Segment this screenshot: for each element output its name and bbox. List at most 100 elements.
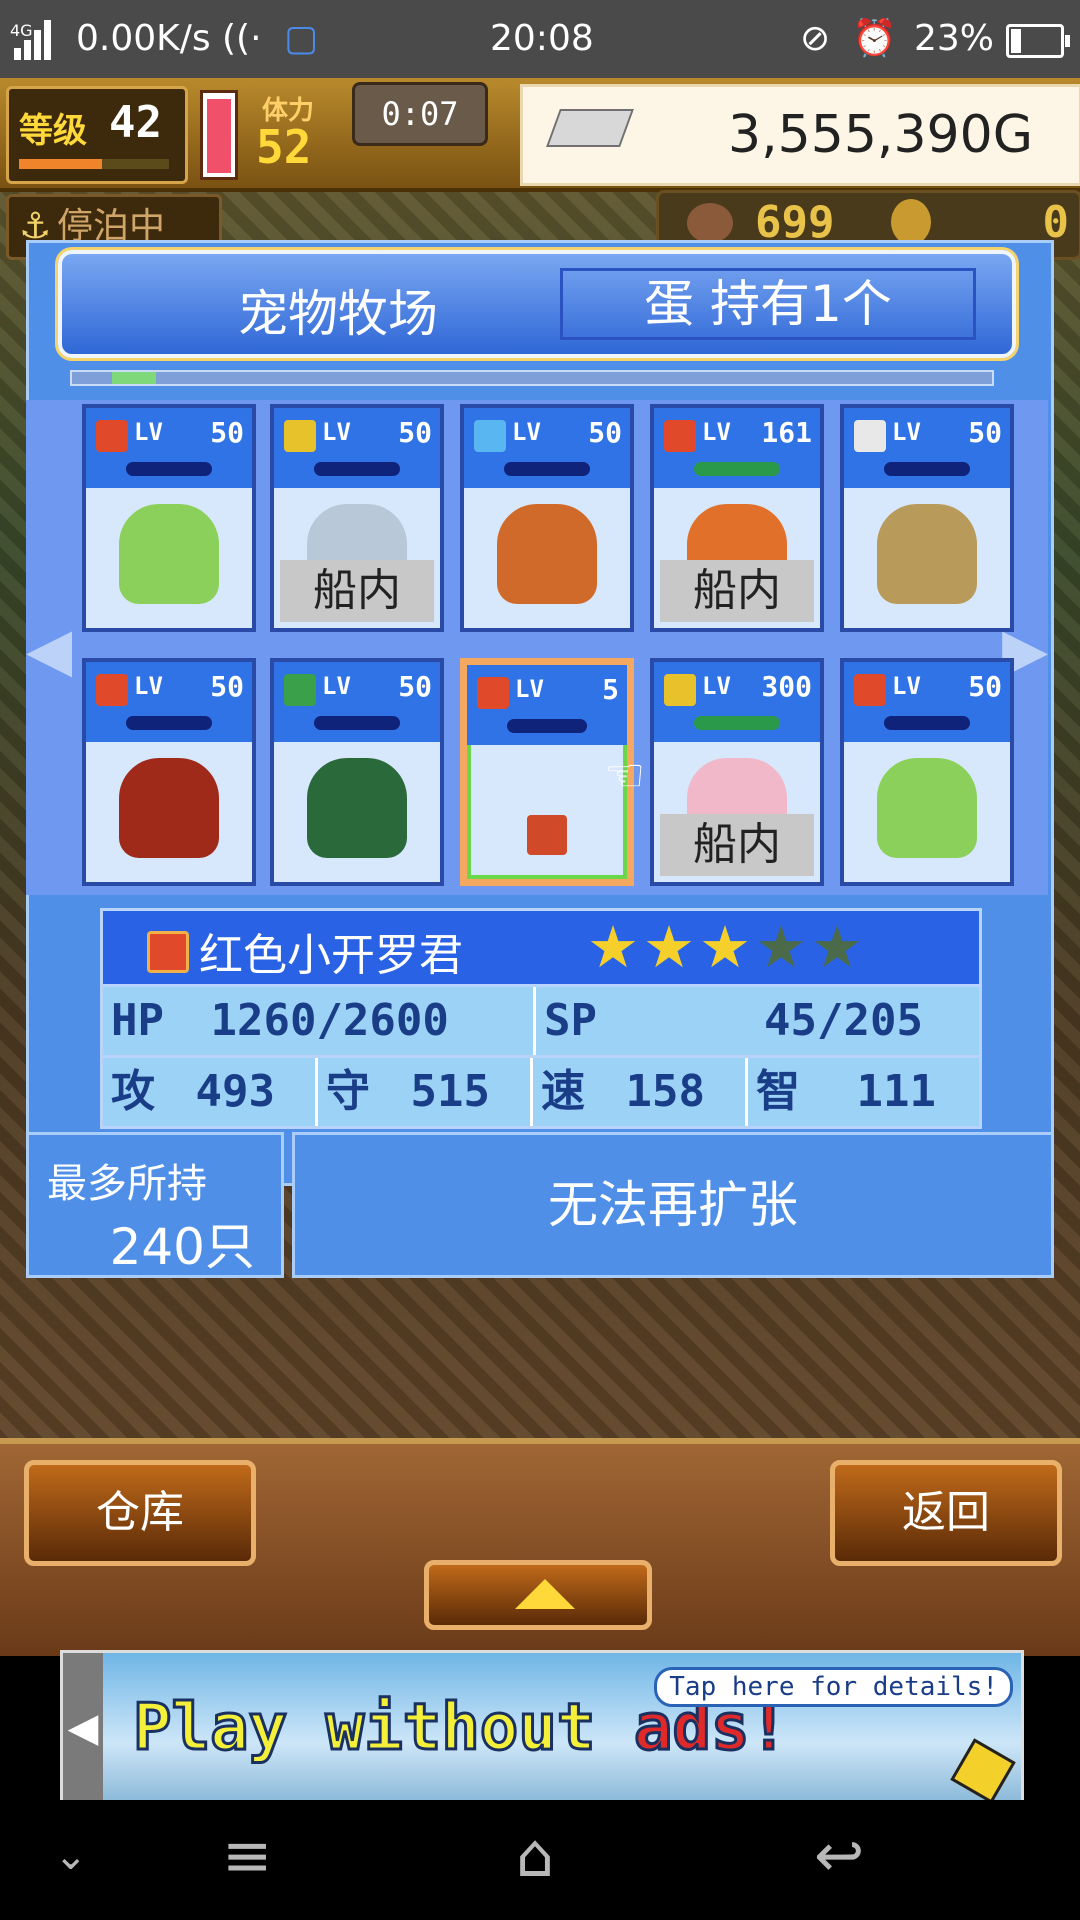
top-hud: 等级 42 体力 52 0:07 3,555,390G ⚓ 停泊中 699 0 [0, 78, 1080, 260]
pet-hp-bar [884, 716, 970, 730]
max-capacity-label: 最多所持 [47, 1161, 207, 1207]
pet-card[interactable]: LV 50 [840, 658, 1014, 886]
status-bar: 4G 0.00K/s ((· ▢ 20:08 ⊘ ⏰ 23% [0, 0, 1080, 78]
pet-level: 50 [968, 416, 1002, 449]
rarity-stars: ★★★★★ [587, 915, 867, 979]
panel-header: 宠物牧场 蛋 持有1个 [58, 250, 1016, 358]
gold-value: 3,555,390G [728, 105, 1033, 165]
star-filled-icon: ★ [587, 913, 643, 981]
home-icon[interactable]: ⌂ [516, 1826, 554, 1886]
pet-sprite [497, 504, 597, 604]
pet-card-header: LV 161 [654, 408, 820, 488]
silver-bar-icon [546, 109, 634, 147]
level-label: 等级 [19, 111, 87, 151]
pet-sprite [119, 504, 219, 604]
pet-card[interactable]: LV 50 [460, 404, 634, 632]
page-scrollbar[interactable] [70, 370, 994, 386]
pet-card-header: LV 300 [654, 662, 820, 742]
pet-card[interactable]: LV 50 [270, 658, 444, 886]
selected-pet-header: 红色小开罗君 ★★★★★ [100, 908, 982, 990]
network-type: 4G [10, 21, 33, 40]
pet-card[interactable]: LV 300 船内 [650, 658, 824, 886]
mute-icon: ⊘ [800, 18, 831, 59]
max-capacity-value: 240只 [109, 1218, 255, 1276]
pet-card[interactable]: LV 161 船内 [650, 404, 824, 632]
gold-display: 3,555,390G [520, 84, 1080, 186]
star-filled-icon: ★ [699, 913, 755, 981]
chevron-down-icon[interactable]: ⌄ [54, 1826, 88, 1886]
pointer-hand-icon: ☜ [604, 748, 646, 802]
pet-level: 5 [602, 673, 619, 706]
stamina-timer: 0:07 [352, 82, 488, 146]
lv-label: LV [134, 418, 163, 446]
lv-label: LV [134, 672, 163, 700]
attack-stat: 攻 493 [103, 1058, 318, 1126]
pet-sprite [527, 815, 567, 855]
element-icon [284, 420, 316, 452]
pet-level: 50 [398, 416, 432, 449]
pet-card[interactable]: LV 50 船内 [270, 404, 444, 632]
defense-stat: 守 515 [318, 1058, 533, 1126]
egg-count-button[interactable]: 蛋 持有1个 [560, 268, 976, 340]
hp-stat: HP 1260/2600 [103, 987, 536, 1055]
battery-icon [1006, 24, 1070, 58]
lv-label: LV [892, 672, 921, 700]
up-arrow-icon [515, 1579, 575, 1609]
attributes-row: 攻 493 守 515 速 158 智 111 [100, 1055, 982, 1129]
fire-element-icon [147, 931, 189, 973]
ad-collapse-arrow-icon[interactable]: ◀ [63, 1653, 103, 1803]
expand-up-button[interactable] [424, 1560, 652, 1630]
pet-card[interactable]: LV 50 [840, 404, 1014, 632]
element-icon [477, 677, 509, 709]
pet-card-header: LV 50 [274, 662, 440, 742]
warehouse-button[interactable]: 仓库 [24, 1460, 256, 1566]
pet-sprite [877, 758, 977, 858]
pet-card[interactable]: LV 50 [82, 404, 256, 632]
lv-label: LV [322, 418, 351, 446]
scroll-left-arrow[interactable]: ◀ [26, 615, 72, 685]
ad-headline-main: Play without [132, 1690, 634, 1767]
element-icon [664, 420, 696, 452]
pet-card-header: LV 50 [844, 662, 1010, 742]
ad-banner[interactable]: ◀ Play without ads! Tap here for details… [60, 1650, 1024, 1806]
intelligence-value: 111 [856, 1066, 936, 1117]
lv-label: LV [322, 672, 351, 700]
star-empty-icon: ★ [811, 913, 867, 981]
clock: 20:08 [490, 18, 594, 59]
expand-button[interactable]: 无法再扩张 [292, 1132, 1054, 1278]
lv-label: LV [515, 675, 544, 703]
onboard-badge: 船内 [280, 560, 434, 622]
pet-hp-bar [314, 462, 400, 476]
sp-stat: SP 45/205 [536, 987, 973, 1055]
back-nav-icon[interactable]: ↩ [814, 1826, 864, 1886]
pet-card-header: LV 50 [86, 662, 252, 742]
hp-label: HP [111, 995, 164, 1046]
coin-icon [891, 199, 931, 245]
pet-level: 50 [210, 670, 244, 703]
pet-level: 50 [588, 416, 622, 449]
element-icon [854, 674, 886, 706]
pet-sprite [119, 758, 219, 858]
pet-card-header: LV 50 [86, 408, 252, 488]
onboard-badge: 船内 [660, 560, 814, 622]
intelligence-stat: 智 111 [748, 1058, 973, 1126]
pet-card-header: LV 50 [844, 408, 1010, 488]
hp-sp-row: HP 1260/2600 SP 45/205 [100, 984, 982, 1058]
pet-hp-bar [126, 716, 212, 730]
pet-card[interactable]: LV 50 [82, 658, 256, 886]
lv-label: LV [892, 418, 921, 446]
back-button[interactable]: 返回 [830, 1460, 1062, 1566]
element-icon [284, 674, 316, 706]
ad-details-link[interactable]: Tap here for details! [654, 1667, 1013, 1707]
alarm-icon: ⏰ [852, 18, 897, 59]
network-speed: 0.00K/s [76, 18, 211, 59]
pet-level: 50 [968, 670, 1002, 703]
pet-card-header: LV 5 [467, 665, 627, 745]
lv-label: LV [702, 418, 731, 446]
pet-sprite [307, 758, 407, 858]
menu-icon[interactable]: ≡ [222, 1826, 272, 1886]
element-icon [664, 674, 696, 706]
level-value: 42 [109, 97, 162, 148]
wifi-icon: ((· [222, 18, 262, 59]
max-capacity-box: 最多所持 240只 [26, 1132, 284, 1278]
